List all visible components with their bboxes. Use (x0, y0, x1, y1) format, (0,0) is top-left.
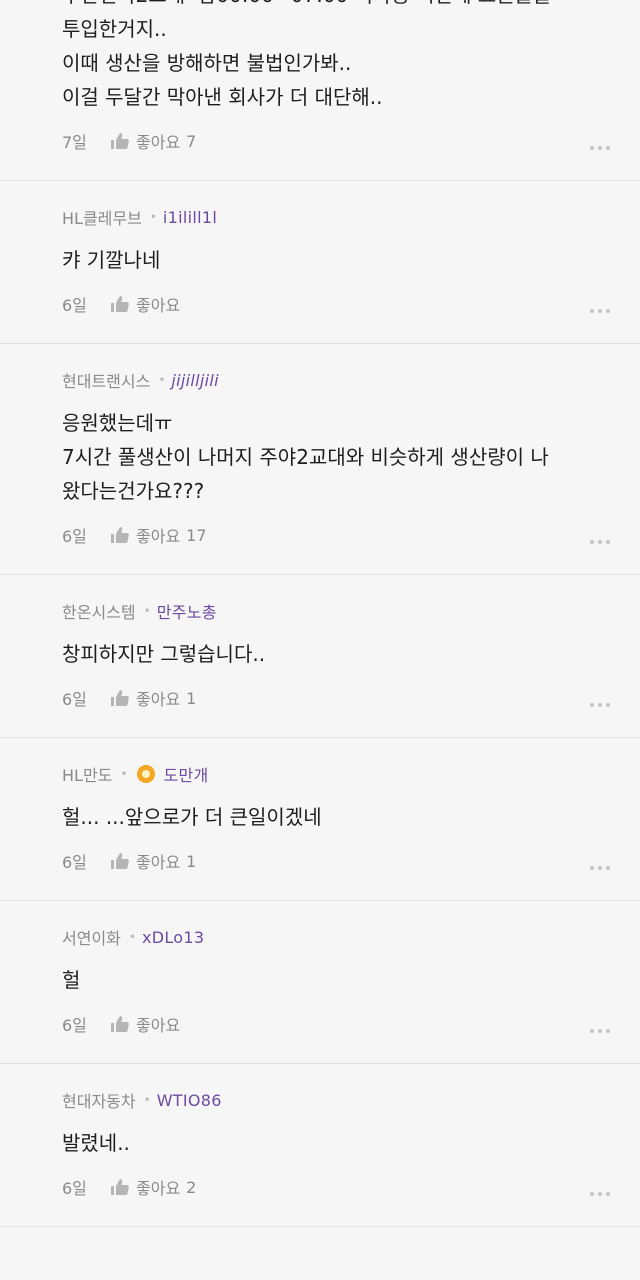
like-count: 17 (186, 525, 207, 545)
more-dots-icon[interactable] (590, 1192, 610, 1196)
separator-dot: • (143, 604, 151, 618)
nickname[interactable]: 도만개 (163, 762, 208, 786)
comment-footer: 6일 좋아요 (62, 1007, 640, 1041)
comment-meta: 한온시스템 • 만주노총 (62, 575, 640, 625)
thumbs-up-icon[interactable] (110, 295, 130, 313)
like-label[interactable]: 좋아요 (136, 129, 180, 153)
comment-meta: HL클레무브 • i1ilill1l (62, 181, 640, 231)
nickname[interactable]: xDLo13 (142, 928, 204, 947)
like-label[interactable]: 좋아요 (136, 1175, 180, 1199)
thumbs-up-icon[interactable] (110, 689, 130, 707)
thumbs-up-icon[interactable] (110, 526, 130, 544)
comment-text: 캬 기깔나네 (62, 248, 161, 272)
comment-item: 현대자동차 • WTIO86 발렸네.. 6일 좋아요 2 (0, 1064, 640, 1227)
like-label[interactable]: 좋아요 (136, 849, 180, 873)
more-dots-icon[interactable] (590, 703, 610, 707)
comment-age: 6일 (62, 296, 87, 315)
thumbs-up-icon[interactable] (110, 1178, 130, 1196)
comment-age: 6일 (62, 1016, 87, 1035)
comment-text: 헐... ...앞으로가 더 큰일이겠네 (62, 805, 322, 829)
company-name[interactable]: 서연이화 (62, 925, 121, 949)
comment-item: HL클레무브 • i1ilill1l 캬 기깔나네 6일 좋아요 (0, 181, 640, 344)
comment-age: 6일 (62, 527, 87, 546)
like-label[interactable]: 좋아요 (136, 686, 180, 710)
comment-item: 한온시스템 • 만주노총 창피하지만 그렇습니다.. 6일 좋아요 1 (0, 575, 640, 738)
company-name[interactable]: 현대트랜시스 (62, 368, 150, 392)
comment-footer: 6일 좋아요 (62, 287, 640, 321)
comment-age: 6일 (62, 690, 87, 709)
more-dots-icon[interactable] (590, 866, 610, 870)
comment-meta: HL만도 • 도만개 (62, 738, 640, 788)
comment-meta: 현대자동차 • WTIO86 (62, 1064, 640, 1114)
comment-item: 서연이화 • xDLo13 헐 6일 좋아요 (0, 901, 640, 1064)
comment-text: 발렸네.. (62, 1131, 130, 1155)
comment-item: HL만도 • 도만개 헐... ...앞으로가 더 큰일이겠네 6일 좋아요 1 (0, 738, 640, 901)
like-count: 1 (186, 688, 197, 708)
comment-feed: 주간연속2교대 밤00:00~07:00 비가동 시간에 요원들을 투입한거지.… (0, 0, 640, 1227)
comment-text: 헐 (62, 968, 81, 992)
comment-footer: 6일 좋아요 1 (62, 681, 640, 715)
separator-dot: • (143, 1093, 151, 1107)
comment-text: 응원했는데ㅠ 7시간 풀생산이 나머지 주야2교대와 비슷하게 생산량이 나 왔… (62, 411, 549, 503)
more-dots-icon[interactable] (590, 1029, 610, 1033)
more-dots-icon[interactable] (590, 146, 610, 150)
like-count: 7 (186, 131, 197, 151)
like-label[interactable]: 좋아요 (136, 292, 180, 316)
comment-age: 6일 (62, 1179, 87, 1198)
comment-age: 7일 (62, 133, 87, 152)
like-label[interactable]: 좋아요 (136, 523, 180, 547)
comment-age: 6일 (62, 853, 87, 872)
thumbs-up-icon[interactable] (110, 852, 130, 870)
comment-footer: 6일 좋아요 1 (62, 844, 640, 878)
comment-text: 창피하지만 그렇습니다.. (62, 642, 266, 666)
more-dots-icon[interactable] (590, 309, 610, 313)
nickname[interactable]: 만주노총 (157, 599, 217, 623)
nickname[interactable]: jijilljili (171, 371, 218, 390)
comment-footer: 6일 좋아요 2 (62, 1170, 640, 1204)
nickname[interactable]: i1ilill1l (163, 208, 217, 227)
nickname[interactable]: WTIO86 (157, 1091, 222, 1110)
comment-footer: 6일 좋아요 17 (62, 518, 640, 552)
more-dots-icon[interactable] (590, 540, 610, 544)
separator-dot: • (120, 767, 128, 781)
company-name[interactable]: HL만도 (62, 762, 112, 786)
company-name[interactable]: 현대자동차 (62, 1088, 136, 1112)
separator-dot: • (149, 210, 157, 224)
comment-footer: 7일 좋아요 7 (62, 124, 640, 158)
like-count: 1 (186, 851, 197, 871)
comment-text: 주간연속2교대 밤00:00~07:00 비가동 시간에 요원들을 투입한거지.… (62, 0, 551, 109)
like-count: 2 (186, 1177, 197, 1197)
comment-meta: 서연이화 • xDLo13 (62, 901, 640, 951)
company-name[interactable]: HL클레무브 (62, 205, 142, 229)
company-name[interactable]: 한온시스템 (62, 599, 136, 623)
like-label[interactable]: 좋아요 (136, 1012, 180, 1036)
comment-item: 주간연속2교대 밤00:00~07:00 비가동 시간에 요원들을 투입한거지.… (0, 0, 640, 181)
separator-dot: • (158, 373, 166, 387)
thumbs-up-icon[interactable] (110, 1015, 130, 1033)
separator-dot: • (128, 930, 136, 944)
comment-meta: 현대트랜시스 • jijilljili (62, 344, 640, 394)
badge-icon (137, 765, 156, 783)
comment-item: 현대트랜시스 • jijilljili 응원했는데ㅠ 7시간 풀생산이 나머지 … (0, 344, 640, 575)
thumbs-up-icon[interactable] (110, 132, 130, 150)
